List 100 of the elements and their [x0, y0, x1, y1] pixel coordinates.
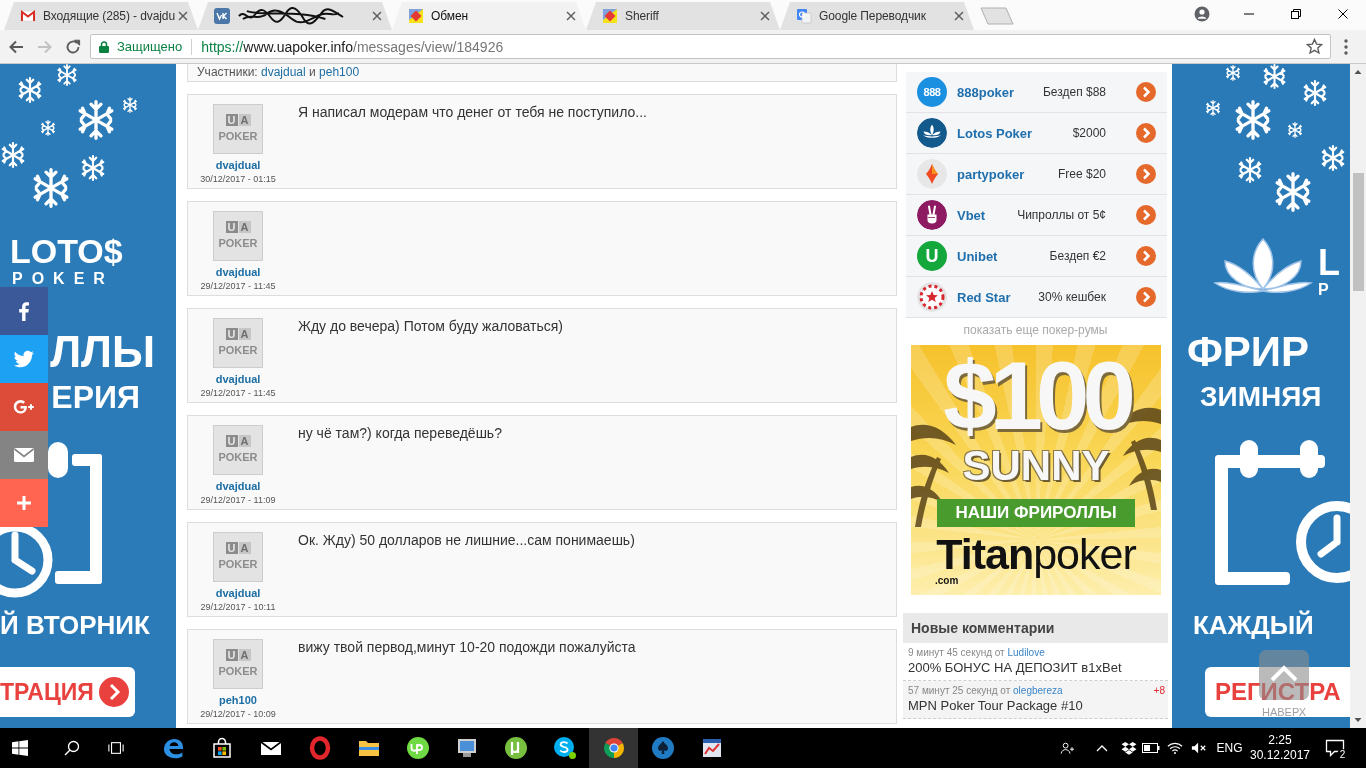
- room-bonus: $2000: [1072, 126, 1106, 140]
- scrollbar-thumb[interactable]: [1352, 173, 1364, 291]
- search-icon[interactable]: [64, 740, 80, 756]
- bookmark-star-icon[interactable]: [1306, 38, 1323, 55]
- windows-logo-icon[interactable]: [12, 740, 28, 756]
- s-logo-icon: [552, 736, 577, 760]
- logo-letter: U: [225, 649, 238, 661]
- address-bar[interactable]: Защищено https://www.uapoker.info/messages/view/184926: [90, 34, 1331, 59]
- close-icon[interactable]: [372, 11, 382, 21]
- profile-icon[interactable]: [1193, 5, 1210, 22]
- lotus-logo-icon[interactable]: [917, 118, 947, 148]
- register-button[interactable]: ТРАЦИЯ: [0, 667, 135, 717]
- logo-letter: U: [225, 328, 238, 340]
- close-icon[interactable]: [760, 11, 770, 21]
- chevron-up-icon[interactable]: [1096, 744, 1108, 752]
- room-name-link[interactable]: 888poker: [957, 84, 1043, 100]
- snowflake-icon: [1205, 100, 1221, 116]
- advertisement-banner[interactable]: LOTO$ POKER ЛЛЫ ЕРИЯ Й ВТОРНИК ТРАЦИЯ: [0, 64, 176, 728]
- participant-link[interactable]: peh100: [319, 65, 360, 79]
- language-indicator[interactable]: ENG: [1216, 741, 1243, 755]
- comment-title-link[interactable]: 200% БОНУС НА ДЕПОЗИТ в1xBet: [908, 659, 1122, 677]
- room-name-link[interactable]: Lotos Poker: [957, 125, 1073, 141]
- wifi-icon[interactable]: [1167, 741, 1183, 755]
- room-name-link[interactable]: partypoker: [957, 166, 1058, 182]
- close-icon[interactable]: [954, 11, 964, 21]
- close-icon[interactable]: [566, 11, 576, 21]
- peace-hand-icon[interactable]: [917, 200, 947, 230]
- browser-tab[interactable]: Обмен: [392, 2, 586, 30]
- author-link[interactable]: dvajdual: [215, 587, 261, 600]
- room-logo[interactable]: 888: [917, 77, 947, 107]
- arrow-right-icon[interactable]: [1136, 82, 1156, 102]
- browser-tab[interactable]: Входящие (285) - dvajdu: [4, 2, 198, 30]
- room-logo[interactable]: U: [917, 241, 947, 271]
- diamond-logo-icon: [408, 8, 424, 24]
- browser-logo-icon: [601, 736, 626, 760]
- author-link[interactable]: dvajdual: [215, 159, 261, 172]
- browser-tab[interactable]: Google Переводчик: [780, 2, 974, 30]
- reload-icon[interactable]: [65, 38, 81, 55]
- clock-date[interactable]: 30.12.2017: [1249, 748, 1311, 763]
- task-view-icon[interactable]: [108, 740, 124, 756]
- minimize-icon[interactable]: [1243, 12, 1254, 15]
- message-date: 29/12/2017 - 11:45: [200, 388, 276, 399]
- scrollbar[interactable]: [1350, 64, 1366, 728]
- participant-link[interactable]: dvajdual: [261, 65, 306, 79]
- notification-button[interactable]: 2: [1322, 736, 1348, 760]
- logo-letter: A: [238, 649, 251, 661]
- logo-caption: POKER: [218, 130, 258, 142]
- back-to-top-link[interactable]: НАВЕРХ: [1262, 705, 1307, 719]
- share-button[interactable]: [0, 287, 48, 335]
- mu-logo-icon: [503, 736, 528, 760]
- arrow-right-icon[interactable]: [1136, 287, 1156, 307]
- url-text[interactable]: https://www.uapoker.info/messages/view/184926: [201, 38, 504, 55]
- room-name-link[interactable]: Vbet: [957, 207, 1018, 223]
- author-link[interactable]: dvajdual: [215, 373, 261, 386]
- snowflake-icon: [0, 142, 26, 168]
- star-chip-icon[interactable]: [917, 282, 947, 312]
- room-name-link[interactable]: Unibet: [957, 248, 1050, 264]
- arrow-right-icon[interactable]: [1136, 246, 1156, 266]
- clock-time[interactable]: 2:25: [1268, 733, 1292, 748]
- arrow-right-icon[interactable]: [1136, 164, 1156, 184]
- translate-logo-icon: [796, 8, 812, 24]
- speaker-muted-icon[interactable]: [1191, 741, 1207, 755]
- room-name-link[interactable]: Red Star: [957, 289, 1039, 305]
- share-button[interactable]: [0, 335, 48, 383]
- snowflake-icon: [1320, 145, 1346, 171]
- arrow-right-icon[interactable]: [1136, 123, 1156, 143]
- message-date: 29/12/2017 - 10:11: [200, 602, 276, 613]
- author-link[interactable]: dvajdual: [215, 480, 261, 493]
- comment-author-link[interactable]: Ludilove: [1007, 647, 1045, 658]
- author-link[interactable]: peh100: [219, 694, 257, 707]
- message-date: 30/12/2017 - 01:15: [200, 174, 276, 185]
- menu-icon[interactable]: [1344, 38, 1348, 55]
- advertisement-banner[interactable]: $100 SUNNY НАШИ ФРИРОЛЛЫ Titanpoker .com: [911, 345, 1161, 595]
- share-button[interactable]: [0, 383, 48, 431]
- comment-score: +8: [1153, 684, 1165, 697]
- dropbox-icon[interactable]: [1120, 741, 1137, 755]
- back-arrow-icon[interactable]: [8, 38, 24, 55]
- share-button[interactable]: [0, 479, 48, 527]
- scribble-icon: [237, 7, 345, 25]
- share-button[interactable]: [0, 431, 48, 479]
- security-label[interactable]: Защищено: [117, 39, 183, 54]
- logo-caption: POKER: [218, 665, 258, 677]
- taskbar-button[interactable]: [589, 728, 638, 768]
- banner-logo-subtext: P: [1318, 281, 1330, 299]
- battery-icon[interactable]: [1142, 743, 1160, 753]
- close-icon[interactable]: [178, 11, 188, 21]
- comment-author-link[interactable]: olegbereza: [1013, 685, 1063, 696]
- restore-icon[interactable]: [1290, 8, 1301, 19]
- snowflake-icon: [1233, 100, 1273, 140]
- logo-letter: A: [238, 435, 251, 447]
- people-icon[interactable]: [1060, 741, 1076, 755]
- banner-headline: ЛЛЫ: [50, 330, 155, 374]
- logo-caption: POKER: [218, 451, 258, 463]
- diamond-logo-icon: [602, 8, 618, 24]
- author-link[interactable]: dvajdual: [215, 266, 261, 279]
- close-window-icon[interactable]: [1337, 8, 1348, 19]
- comment-title-link[interactable]: MPN Poker Tour Package #10: [908, 697, 1083, 715]
- diamond-logo-icon[interactable]: [917, 159, 947, 189]
- browser-tab[interactable]: Sheriff: [586, 2, 780, 30]
- arrow-right-icon[interactable]: [1136, 205, 1156, 225]
